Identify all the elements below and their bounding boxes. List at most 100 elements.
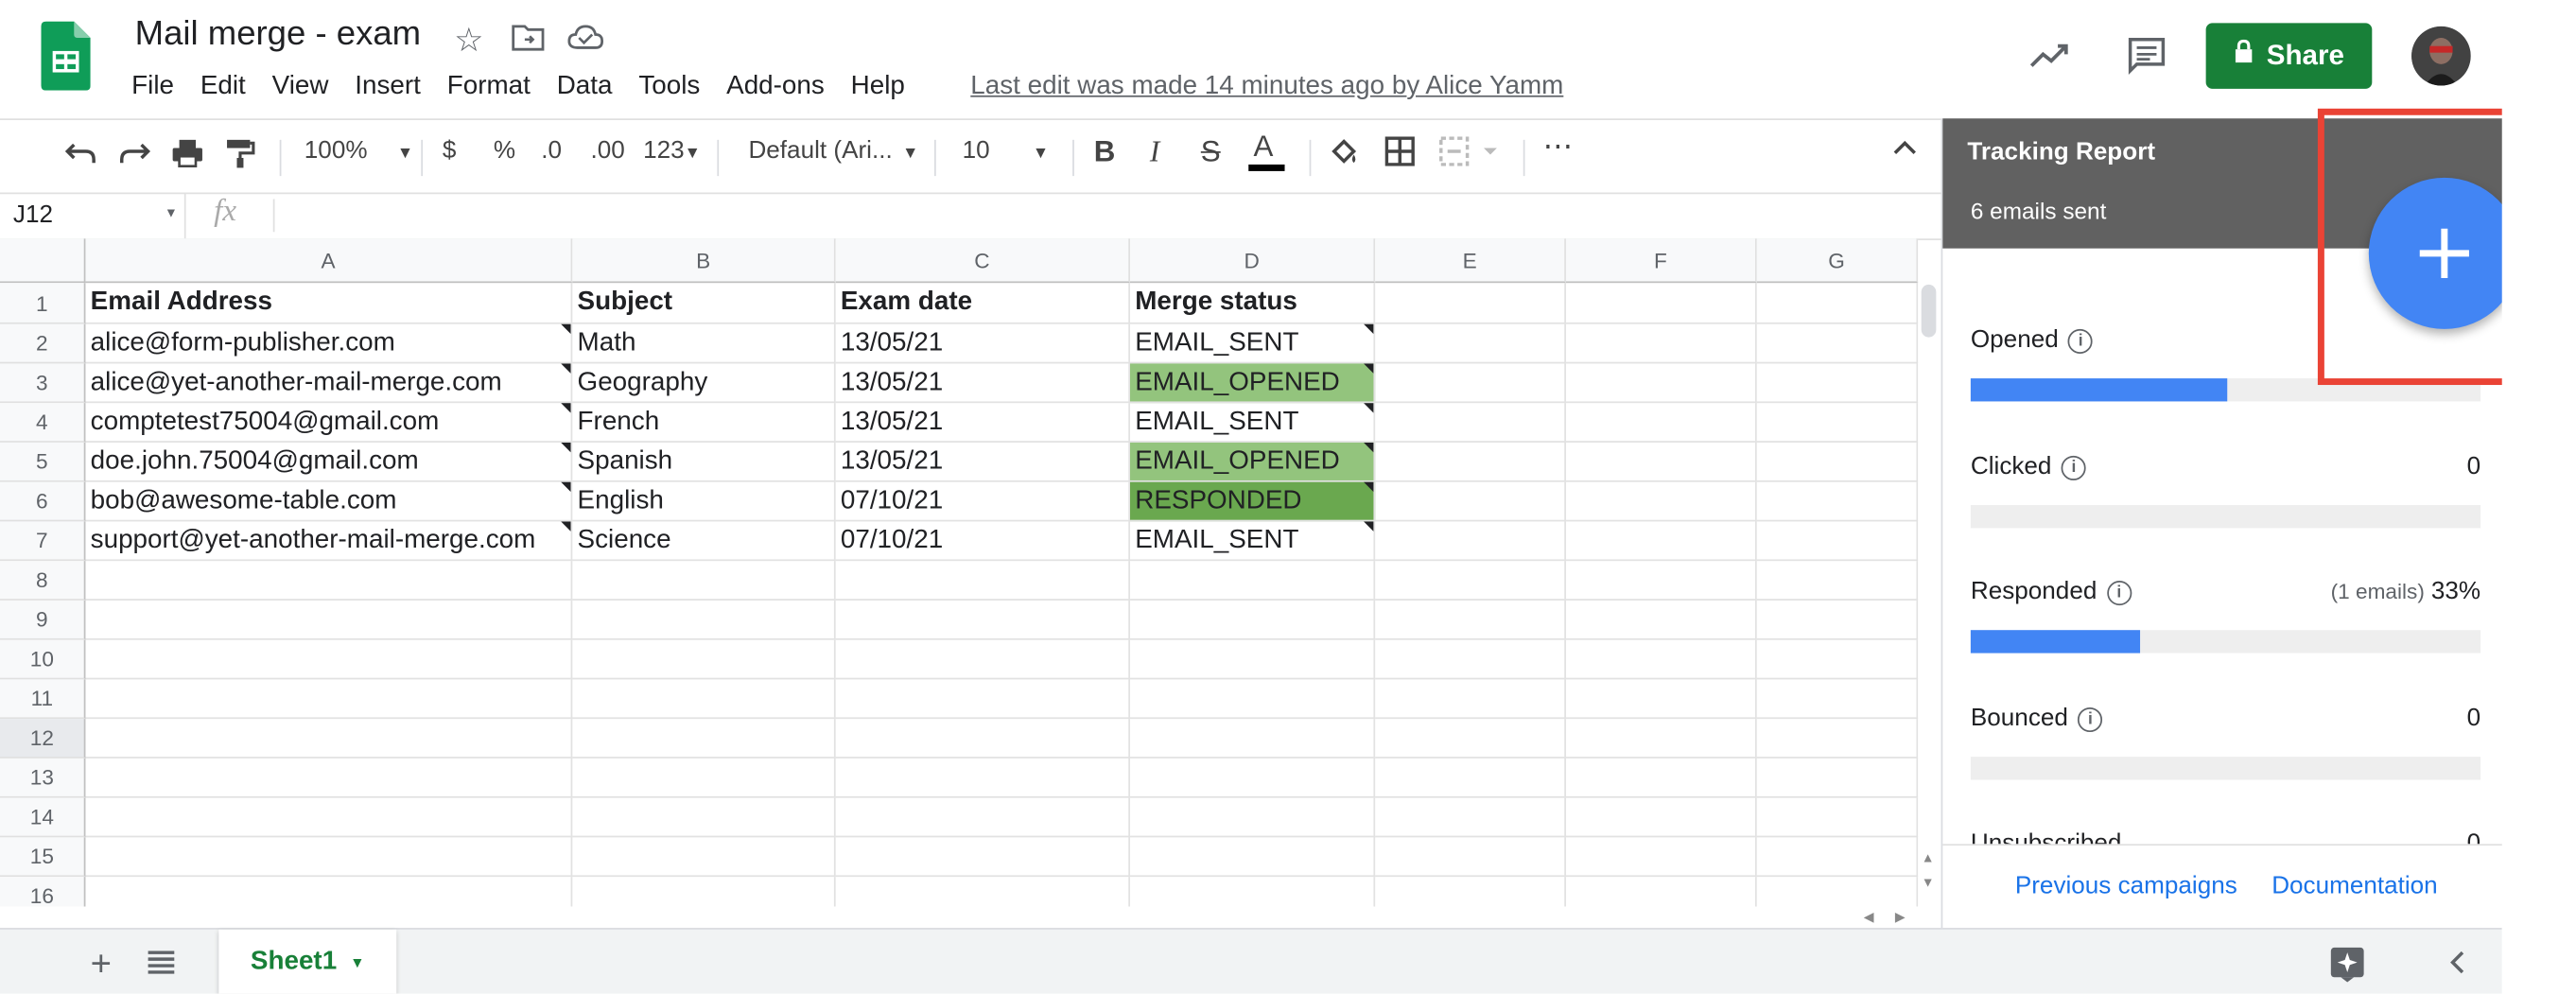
empty-cell[interactable] bbox=[572, 877, 836, 907]
zoom-select[interactable]: 100% ▼ bbox=[305, 136, 413, 165]
empty-cell[interactable] bbox=[1375, 481, 1566, 522]
empty-cell[interactable] bbox=[572, 797, 836, 838]
menu-addons[interactable]: Add-ons bbox=[726, 73, 825, 102]
merge-cells-icon[interactable] bbox=[1439, 136, 1502, 172]
empty-cell[interactable] bbox=[1375, 719, 1566, 759]
move-folder-icon[interactable] bbox=[512, 23, 545, 61]
empty-cell[interactable] bbox=[1756, 363, 1919, 404]
empty-cell[interactable] bbox=[1756, 600, 1919, 640]
empty-cell[interactable] bbox=[85, 679, 573, 720]
empty-cell[interactable] bbox=[1565, 837, 1757, 878]
empty-cell[interactable] bbox=[1756, 521, 1919, 562]
menu-insert[interactable]: Insert bbox=[355, 73, 421, 102]
empty-cell[interactable] bbox=[85, 561, 573, 601]
empty-cell[interactable] bbox=[1757, 877, 1919, 907]
document-title[interactable]: Mail merge - exam bbox=[135, 15, 421, 55]
column-header[interactable]: G bbox=[1756, 238, 1919, 284]
row-header[interactable]: 15 bbox=[0, 837, 86, 878]
empty-cell[interactable] bbox=[1375, 679, 1566, 720]
row-header[interactable]: 4 bbox=[0, 403, 86, 443]
email-cell[interactable]: support@yet-another-mail-merge.com bbox=[85, 521, 573, 562]
empty-cell[interactable] bbox=[85, 600, 573, 640]
menu-view[interactable]: View bbox=[272, 73, 329, 102]
header-cell[interactable]: Subject bbox=[572, 283, 836, 324]
empty-cell[interactable] bbox=[1565, 758, 1757, 798]
empty-cell[interactable] bbox=[572, 837, 836, 878]
empty-cell[interactable] bbox=[1756, 758, 1919, 798]
date-cell[interactable]: 13/05/21 bbox=[835, 442, 1131, 482]
empty-cell[interactable] bbox=[1130, 679, 1376, 720]
email-cell[interactable]: comptetest75004@gmail.com bbox=[85, 403, 573, 443]
status-cell[interactable]: EMAIL_SENT bbox=[1130, 521, 1376, 562]
empty-cell[interactable] bbox=[835, 758, 1131, 798]
menu-edit[interactable]: Edit bbox=[200, 73, 246, 102]
empty-cell[interactable] bbox=[1756, 561, 1919, 601]
empty-cell[interactable] bbox=[1375, 758, 1566, 798]
email-cell[interactable]: alice@form-publisher.com bbox=[85, 323, 573, 364]
empty-cell[interactable] bbox=[1375, 561, 1566, 601]
subject-cell[interactable]: Math bbox=[572, 323, 836, 364]
status-cell[interactable]: EMAIL_SENT bbox=[1130, 403, 1376, 443]
empty-cell[interactable] bbox=[1375, 442, 1566, 482]
row-header[interactable]: 1 bbox=[0, 283, 86, 324]
row-header[interactable]: 11 bbox=[0, 679, 86, 720]
empty-cell[interactable] bbox=[1565, 797, 1757, 838]
email-cell[interactable]: bob@awesome-table.com bbox=[85, 481, 573, 522]
empty-cell[interactable] bbox=[85, 797, 573, 838]
header-cell[interactable]: Email Address bbox=[85, 283, 573, 324]
documentation-link[interactable]: Documentation bbox=[2271, 872, 2438, 900]
row-header[interactable]: 7 bbox=[0, 521, 86, 562]
info-icon[interactable]: i bbox=[2078, 706, 2103, 733]
status-cell[interactable]: EMAIL_SENT bbox=[1130, 323, 1376, 364]
empty-cell[interactable] bbox=[1375, 600, 1566, 640]
empty-cell[interactable] bbox=[1756, 639, 1919, 680]
empty-cell[interactable] bbox=[572, 758, 836, 798]
subject-cell[interactable]: Geography bbox=[572, 363, 836, 404]
menu-data[interactable]: Data bbox=[557, 73, 613, 102]
collapse-toolbar-icon[interactable] bbox=[1891, 136, 1918, 165]
column-header[interactable]: B bbox=[572, 238, 836, 284]
row-header[interactable]: 6 bbox=[0, 481, 86, 522]
column-header[interactable]: E bbox=[1375, 238, 1566, 284]
row-header[interactable]: 9 bbox=[0, 600, 86, 640]
empty-cell[interactable] bbox=[1565, 323, 1757, 364]
row-header[interactable]: 16 bbox=[0, 877, 86, 907]
empty-cell[interactable] bbox=[1756, 442, 1919, 482]
empty-cell[interactable] bbox=[572, 600, 836, 640]
empty-cell[interactable] bbox=[1756, 797, 1919, 838]
header-cell[interactable]: Exam date bbox=[835, 283, 1131, 324]
menu-file[interactable]: File bbox=[131, 73, 174, 102]
row-header[interactable]: 13 bbox=[0, 758, 86, 798]
bold-icon[interactable]: B bbox=[1094, 135, 1116, 170]
empty-cell[interactable] bbox=[1756, 837, 1919, 878]
empty-cell[interactable] bbox=[85, 719, 573, 759]
empty-cell[interactable] bbox=[1375, 877, 1566, 907]
empty-cell[interactable] bbox=[835, 561, 1131, 601]
empty-cell[interactable] bbox=[1375, 403, 1566, 443]
decrease-decimal-button[interactable]: .0 bbox=[541, 136, 562, 165]
scroll-right-icon[interactable]: ▶ bbox=[1895, 910, 1906, 925]
share-button[interactable]: Share bbox=[2205, 23, 2373, 89]
subject-cell[interactable]: French bbox=[572, 403, 836, 443]
header-cell[interactable]: Merge status bbox=[1130, 283, 1376, 324]
row-header[interactable]: 12 bbox=[0, 719, 86, 759]
font-family-select[interactable]: Default (Ari... ▼ bbox=[748, 136, 918, 165]
email-cell[interactable]: alice@yet-another-mail-merge.com bbox=[85, 363, 573, 404]
menu-format[interactable]: Format bbox=[447, 73, 531, 102]
previous-campaigns-link[interactable]: Previous campaigns bbox=[2015, 872, 2237, 900]
scroll-left-icon[interactable]: ◀ bbox=[1864, 910, 1874, 925]
empty-cell[interactable] bbox=[835, 679, 1131, 720]
empty-cell[interactable] bbox=[1375, 639, 1566, 680]
empty-cell[interactable] bbox=[1130, 837, 1376, 878]
empty-cell[interactable] bbox=[1565, 481, 1757, 522]
menu-help[interactable]: Help bbox=[851, 73, 905, 102]
empty-cell[interactable] bbox=[572, 561, 836, 601]
cloud-saved-icon[interactable] bbox=[567, 23, 604, 61]
fill-color-icon[interactable] bbox=[1328, 136, 1361, 176]
empty-cell[interactable] bbox=[836, 877, 1131, 907]
paint-format-icon[interactable] bbox=[225, 136, 255, 176]
last-edit-link[interactable]: Last edit was made 14 minutes ago by Ali… bbox=[970, 73, 1563, 102]
strikethrough-icon[interactable]: S bbox=[1201, 135, 1221, 170]
empty-cell[interactable] bbox=[1565, 639, 1757, 680]
empty-cell[interactable] bbox=[1756, 283, 1919, 324]
